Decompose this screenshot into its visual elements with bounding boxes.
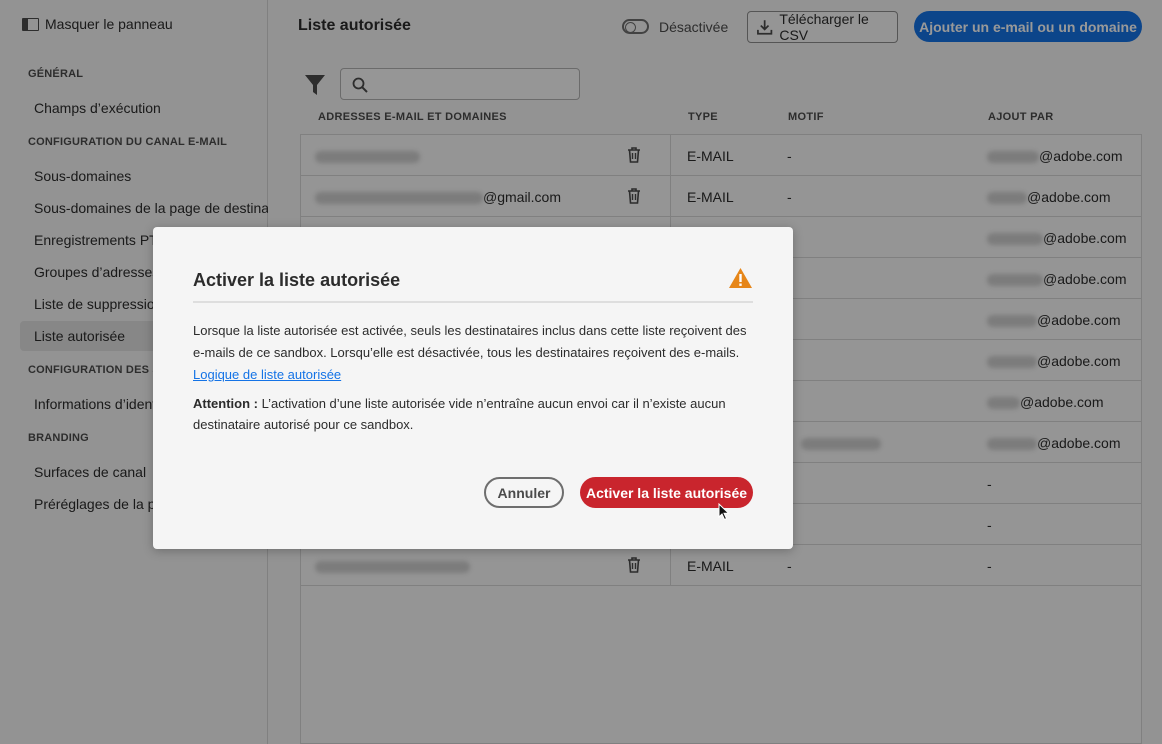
dialog-body-text: Lorsque la liste autorisée est activée, …: [193, 323, 747, 360]
warning-icon: [729, 268, 752, 288]
activate-allowlist-dialog: Activer la liste autorisée Lorsque la li…: [153, 227, 793, 549]
cancel-button[interactable]: Annuler: [484, 477, 564, 508]
dialog-title: Activer la liste autorisée: [193, 270, 401, 290]
attention-label: Attention :: [193, 396, 258, 411]
mouse-cursor-icon: [718, 503, 730, 521]
dialog-divider: [193, 301, 753, 303]
dialog-body: Lorsque la liste autorisée est activée, …: [193, 320, 753, 386]
attention-text: L’activation d’une liste autorisée vide …: [193, 396, 726, 432]
dialog-attention: Attention : L’activation d’une liste aut…: [193, 393, 753, 435]
allowlist-logic-link[interactable]: Logique de liste autorisée: [193, 367, 341, 382]
